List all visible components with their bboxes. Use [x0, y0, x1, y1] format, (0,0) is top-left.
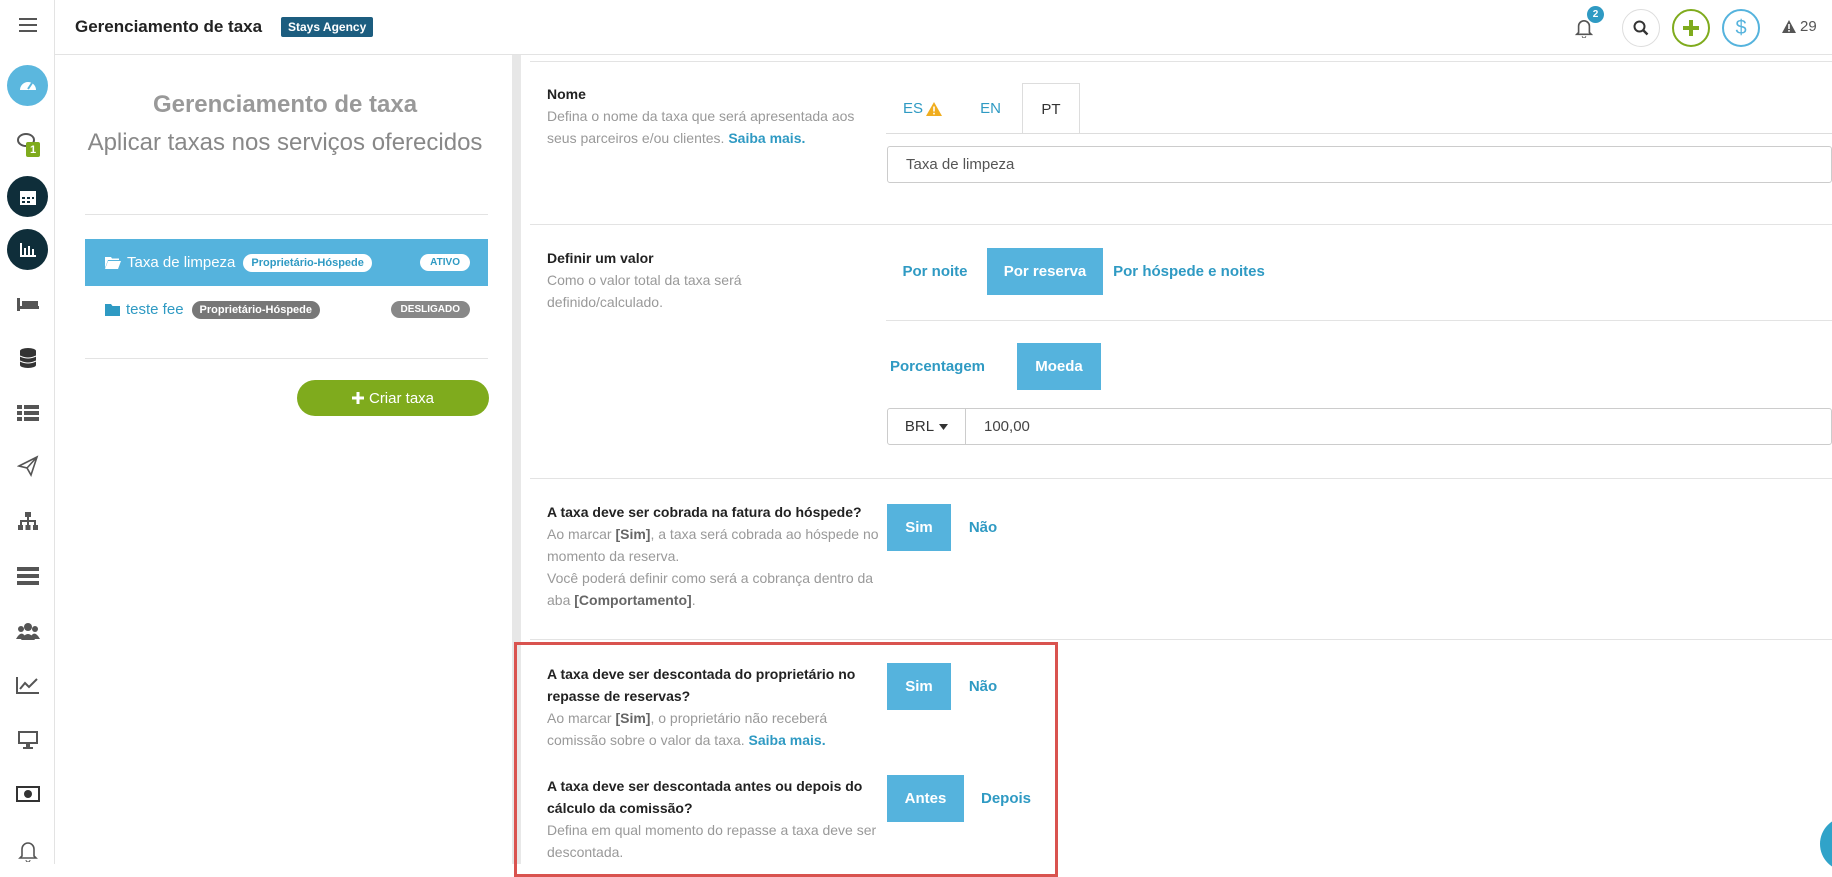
calendar-icon[interactable] — [7, 176, 48, 217]
paper-plane-icon[interactable] — [7, 445, 48, 486]
dollar-icon[interactable]: $ — [1722, 9, 1760, 47]
sidebar-rail: 1 — [0, 0, 55, 864]
create-fee-label: Criar taxa — [368, 389, 435, 407]
fatura-help-2-end: . — [691, 592, 696, 608]
list-icon[interactable] — [7, 392, 48, 433]
monitor-icon[interactable] — [7, 719, 48, 760]
currency-select[interactable]: BRL — [888, 409, 966, 444]
tab-en-label: EN — [980, 100, 1001, 117]
search-icon — [1633, 20, 1649, 36]
warning-icon — [1782, 20, 1796, 33]
status-badge: ATIVO — [420, 254, 470, 271]
fee-item-teste-fee[interactable]: teste fee Proprietário-Hóspede DESLIGADO — [85, 286, 488, 333]
divider — [85, 214, 488, 215]
bed-icon[interactable] — [7, 283, 48, 324]
line-chart-icon[interactable] — [7, 664, 48, 705]
amount-field: BRL 100,00 — [887, 408, 1832, 445]
tab-pt[interactable]: PT — [1022, 83, 1080, 134]
tabs-underline — [886, 133, 1832, 134]
bell-icon[interactable] — [7, 830, 48, 871]
nome-label: Nome — [547, 86, 586, 102]
currency-value: BRL — [904, 418, 935, 435]
panel-subheading: Aplicar taxas nos serviços oferecidos — [87, 129, 483, 156]
fatura-label: A taxa deve ser cobrada na fatura do hós… — [547, 504, 862, 520]
folder-icon — [105, 303, 120, 316]
fatura-label-block: A taxa deve ser cobrada na fatura do hós… — [547, 501, 882, 611]
bar-chart-icon[interactable] — [7, 229, 48, 270]
valor-help: Como o valor total da taxa será definido… — [547, 272, 742, 310]
top-bar: Gerenciamento de taxa Stays Agency 2 $ 2… — [55, 0, 1832, 55]
divider — [530, 61, 1832, 62]
create-fee-button[interactable]: Criar taxa — [297, 380, 489, 416]
search-button[interactable] — [1622, 9, 1660, 47]
divider — [530, 639, 1832, 640]
option-moeda[interactable]: Moeda — [1017, 343, 1101, 390]
option-por-reserva[interactable]: Por reserva — [987, 248, 1103, 295]
server-icon[interactable] — [7, 555, 48, 596]
plus-icon — [351, 392, 364, 404]
tab-en[interactable]: EN — [959, 83, 1022, 134]
dashboard-icon[interactable] — [7, 65, 48, 106]
option-porcentagem[interactable]: Porcentagem — [886, 343, 989, 390]
fee-name-value: Taxa de limpeza — [906, 156, 1015, 173]
option-por-noite[interactable]: Por noite — [886, 248, 984, 295]
caret-down-icon — [939, 423, 949, 430]
panel-heading: Gerenciamento de taxa — [152, 91, 418, 118]
fatura-help-sim: [Sim] — [615, 526, 651, 542]
alerts-indicator[interactable]: 29 — [1782, 18, 1817, 35]
fatura-sim-button[interactable]: Sim — [887, 504, 951, 551]
saiba-mais-link[interactable]: Saiba mais. — [728, 130, 805, 146]
option-por-hospede-e-noites[interactable]: Por hóspede e noites — [1107, 248, 1271, 295]
fee-list-panel: Gerenciamento de taxa Aplicar taxas nos … — [55, 55, 521, 864]
warning-icon — [926, 101, 942, 116]
status-badge: DESLIGADO — [390, 301, 470, 318]
tab-es-label: ES — [902, 100, 923, 117]
agency-badge[interactable]: Stays Agency — [281, 17, 374, 37]
amount-input[interactable]: 100,00 — [966, 418, 1030, 435]
nome-help: Defina o nome da taxa que será apresenta… — [547, 108, 855, 146]
add-button[interactable] — [1672, 9, 1710, 47]
divider — [530, 478, 1832, 479]
nome-label-block: Nome Defina o nome da taxa que será apre… — [547, 83, 877, 149]
valor-label: Definir um valor — [547, 250, 654, 266]
fatura-help-1: Ao marcar — [547, 526, 616, 542]
menu-icon[interactable] — [7, 4, 48, 45]
users-icon[interactable] — [7, 610, 48, 651]
database-icon[interactable] — [7, 337, 48, 378]
notifications-button[interactable]: 2 — [1565, 6, 1604, 47]
highlight-box — [514, 642, 1058, 877]
tab-pt-label: PT — [1041, 100, 1061, 118]
chat-badge: 1 — [26, 142, 40, 157]
fee-item-taxa-de-limpeza[interactable]: Taxa de limpeza Proprietário-Hóspede ATI… — [85, 239, 488, 286]
fee-tag: Proprietário-Hóspede — [243, 253, 372, 272]
fatura-help-comportamento: [Comportamento] — [574, 592, 692, 608]
valor-label-block: Definir um valor Como o valor total da t… — [547, 247, 847, 313]
divider — [886, 320, 1832, 321]
fee-name: Taxa de limpeza — [127, 254, 236, 271]
sitemap-icon[interactable] — [7, 500, 48, 541]
divider — [85, 358, 488, 359]
tab-es[interactable]: ES — [886, 83, 959, 134]
fee-tag: Proprietário-Hóspede — [191, 300, 321, 319]
divider — [530, 224, 1832, 225]
fee-name-input[interactable]: Taxa de limpeza — [887, 146, 1832, 183]
money-icon[interactable] — [7, 773, 48, 814]
plus-icon — [1683, 20, 1699, 36]
notifications-badge: 2 — [1587, 6, 1604, 23]
alerts-count: 29 — [1800, 18, 1817, 35]
page-title: Gerenciamento de taxa — [75, 17, 263, 36]
fatura-nao-button[interactable]: Não — [960, 504, 1006, 551]
fee-name: teste fee — [126, 301, 184, 318]
chat-icon[interactable]: 1 — [7, 122, 48, 163]
folder-open-icon — [105, 257, 121, 269]
